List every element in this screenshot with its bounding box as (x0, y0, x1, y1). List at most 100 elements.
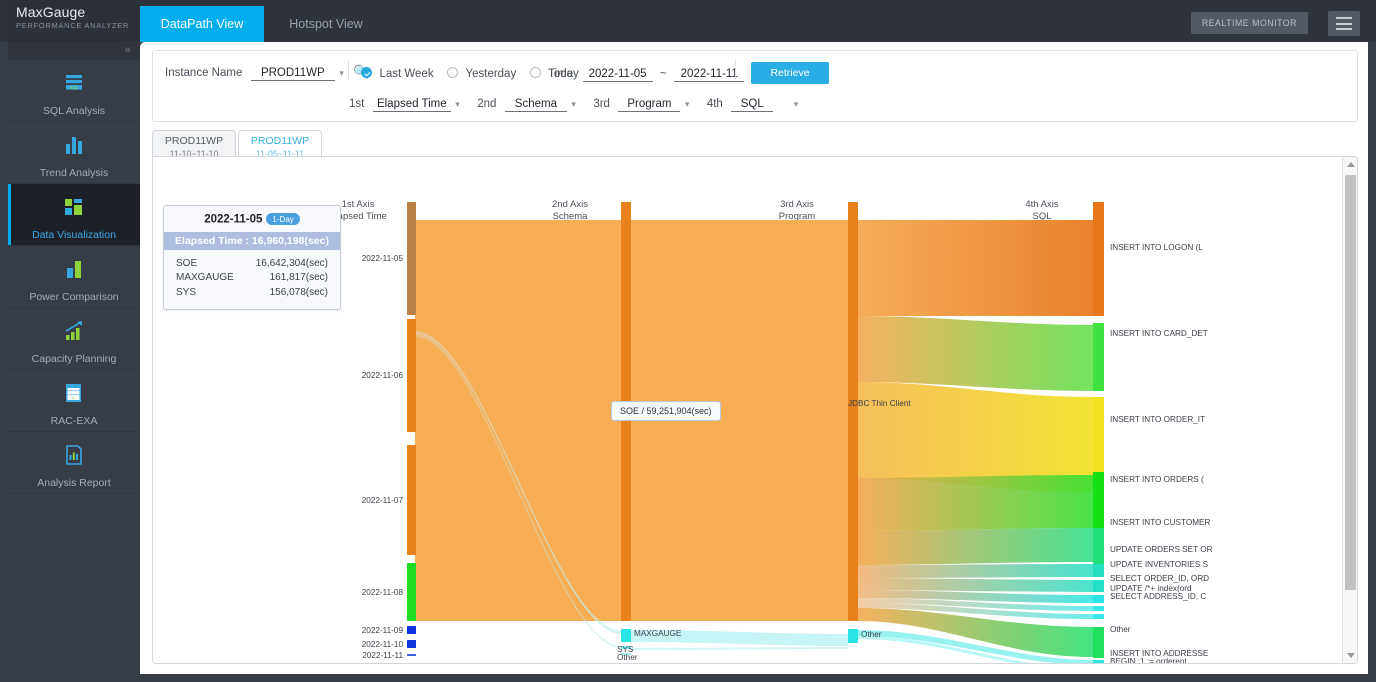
sidebar-item-capacity-planning[interactable]: Capacity Planning (8, 308, 140, 370)
axis4-node-label: SELECT ADDRESS_ID, C (1110, 592, 1206, 601)
axis4-node-label: UPDATE ORDERS SET OR (1110, 545, 1213, 554)
axis3-node-label: JDBC Thin Client (848, 399, 911, 408)
axis4-node-bar[interactable] (1093, 614, 1104, 619)
axis2-node-bar[interactable] (621, 629, 631, 642)
axis4-node-bar[interactable] (1093, 580, 1104, 592)
tooltip-row-key: MAXGAUGE (176, 271, 246, 286)
sidebar-item-label: Power Comparison (8, 291, 140, 303)
tooltip-header: Elapsed Time : 16,960,198(sec) (164, 232, 340, 250)
axis4-node-label: SELECT ORDER_ID, ORD (1110, 574, 1209, 583)
tooltip-row-value: 16,642,304(sec) (246, 257, 328, 272)
axis-3-ordinal: 3rd (593, 98, 610, 110)
chevron-down-icon[interactable]: ▾ (794, 99, 799, 110)
sidebar-item-rac-exa[interactable]: x RAC-EXA (8, 370, 140, 432)
axis4-node-bar[interactable] (1093, 528, 1104, 564)
scroll-down-arrow-icon[interactable] (1347, 653, 1355, 658)
axis1-node-bar[interactable] (407, 654, 416, 656)
tab-hotspot-view[interactable]: Hotspot View (264, 6, 388, 42)
axis1-node-bar[interactable] (407, 445, 416, 555)
tooltip-row: SOE 16,642,304(sec) (176, 257, 328, 272)
axis3-node-bar[interactable] (848, 629, 858, 643)
hamburger-icon[interactable] (1328, 11, 1360, 36)
chevron-down-icon[interactable]: ▾ (571, 99, 576, 110)
bar-chart-icon (61, 132, 87, 158)
axis4-node-bar[interactable] (1093, 202, 1104, 316)
axis3-node-bar[interactable] (848, 202, 858, 621)
sidebar-item-label: SQL Analysis (8, 105, 140, 117)
axis4-node-bar[interactable] (1093, 564, 1104, 577)
axis-4-select[interactable]: SQL (731, 98, 773, 112)
time-to-input[interactable]: 2022-11-11 (674, 68, 744, 82)
sidebar-item-label: Data Visualization (8, 229, 140, 241)
axis1-node-label: 2022-11-06 (339, 371, 403, 380)
tooltip-rows: SOE 16,642,304(sec) MAXGAUGE 161,817(sec… (164, 250, 340, 310)
tooltip-row: MAXGAUGE 161,817(sec) (176, 271, 328, 286)
tooltip-row-value: 156,078(sec) (246, 286, 328, 301)
axis4-node-label: INSERT INTO CARD_DET (1110, 329, 1208, 338)
sidebar-collapse-icon[interactable]: « (8, 42, 140, 60)
tooltip-badge: 1-Day (266, 213, 299, 225)
radio-yesterday[interactable] (447, 67, 458, 78)
sidebar-item-data-visualization[interactable]: Data Visualization (8, 184, 140, 246)
axis4-node-label: INSERT INTO ORDERS ( (1110, 475, 1204, 484)
chart-tab-name: PROD11WP (153, 135, 235, 148)
axis1-node-label: 2022-11-10 (339, 640, 403, 649)
instance-name-value[interactable]: PROD11WP (251, 67, 335, 81)
tooltip-row-value: 161,817(sec) (246, 271, 328, 286)
brand-subtitle: PERFORMANCE ANALYZER (16, 20, 140, 31)
filter-bar: Instance Name PROD11WP ▾ 🔍 Last Week Yes… (152, 50, 1358, 122)
sidebar-item-label: RAC-EXA (8, 415, 140, 427)
radio-last-week-label: Last Week (379, 68, 433, 80)
axis4-node-label: BEGIN :1 := orderent (1110, 657, 1187, 664)
tooltip-row: SYS 156,078(sec) (176, 286, 328, 301)
divider (348, 60, 349, 80)
node-detail-tooltip: 2022-11-051-Day Elapsed Time : 16,960,19… (163, 205, 341, 310)
time-separator: ~ (660, 68, 667, 80)
realtime-monitor-button[interactable]: REALTIME MONITOR (1191, 12, 1308, 34)
time-from-input[interactable]: 2022-11-05 (583, 68, 653, 82)
axis4-node-bar[interactable] (1093, 472, 1104, 531)
vertical-scrollbar[interactable] (1342, 157, 1357, 663)
sidebar-item-power-comparison[interactable]: Power Comparison (8, 246, 140, 308)
grid-blocks-icon (61, 194, 87, 220)
axis-2-select[interactable]: Schema (505, 98, 567, 112)
top-bar: MaxGauge PERFORMANCE ANALYZER DataPath V… (0, 0, 1376, 42)
chevron-down-icon[interactable]: ▾ (455, 99, 460, 110)
sidebar-item-trend-analysis[interactable]: Trend Analysis (8, 122, 140, 184)
svg-text:SQL: SQL (69, 85, 79, 90)
axis-2-ordinal: 2nd (477, 98, 496, 110)
tooltip-row-key: SOE (176, 257, 246, 272)
retrieve-button[interactable]: Retrieve (751, 62, 829, 84)
sidebar-item-sql-analysis[interactable]: SQL SQL Analysis (8, 60, 140, 122)
axis4-node-bar[interactable] (1093, 323, 1104, 391)
radio-today[interactable] (530, 67, 541, 78)
axis1-node-bar[interactable] (407, 626, 416, 634)
axis-1-select[interactable]: Elapsed Time (373, 98, 451, 112)
sidebar-item-label: Capacity Planning (8, 353, 140, 365)
trend-up-icon (61, 318, 87, 344)
scrollbar-thumb[interactable] (1345, 175, 1356, 590)
sidebar-item-analysis-report[interactable]: Analysis Report (8, 432, 140, 494)
axis-3-select[interactable]: Program (618, 98, 680, 112)
axis1-node-bar[interactable] (407, 563, 416, 621)
sidebar-item-label: Trend Analysis (8, 167, 140, 179)
report-document-icon (61, 442, 87, 468)
chevron-down-icon[interactable]: ▾ (339, 68, 344, 79)
sidebar-item-label: Analysis Report (8, 477, 140, 489)
axis4-node-bar[interactable] (1093, 606, 1104, 611)
axis1-node-bar[interactable] (407, 640, 416, 648)
tab-datapath-view[interactable]: DataPath View (140, 6, 264, 42)
two-bars-icon (61, 256, 87, 282)
axis1-node-label: 2022-11-07 (339, 496, 403, 505)
axis4-node-bar[interactable] (1093, 627, 1104, 658)
radio-last-week[interactable] (361, 67, 372, 78)
axis4-node-bar[interactable] (1093, 595, 1104, 603)
brand-logo: MaxGauge PERFORMANCE ANALYZER (8, 0, 140, 42)
chevron-down-icon[interactable]: ▾ (685, 99, 690, 110)
axis4-node-bar[interactable] (1093, 660, 1104, 664)
divider (735, 60, 736, 80)
axis4-node-label: INSERT INTO ORDER_IT (1110, 415, 1205, 424)
axis1-node-bar[interactable] (407, 319, 416, 432)
axis2-node-label: Other (617, 653, 637, 662)
scroll-up-arrow-icon[interactable] (1347, 162, 1355, 167)
